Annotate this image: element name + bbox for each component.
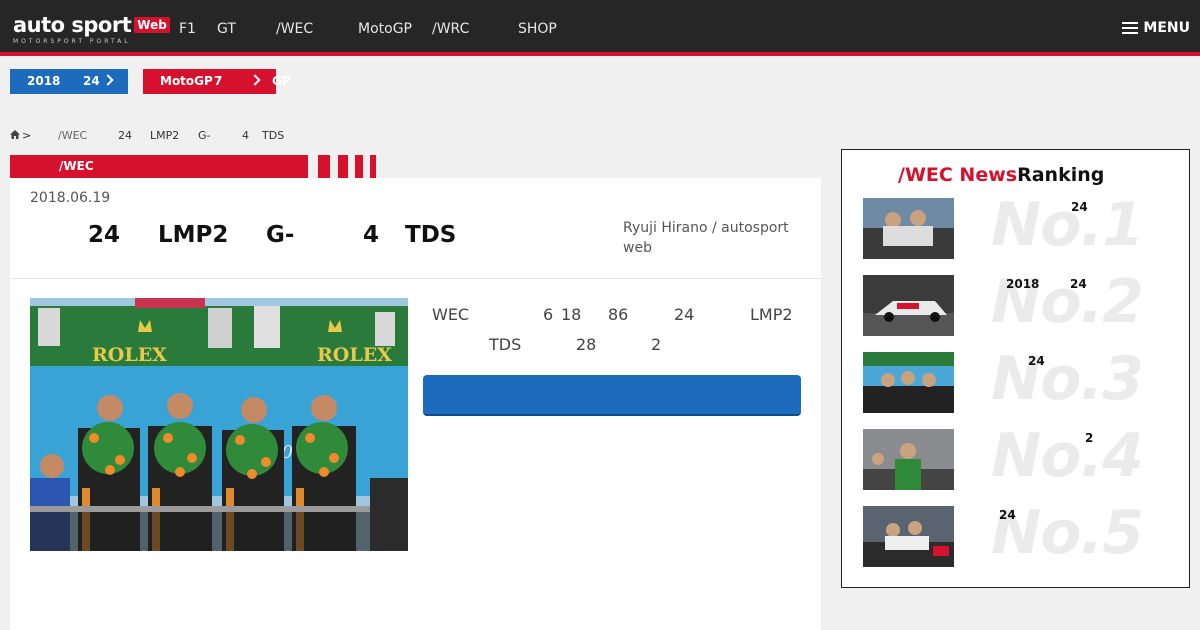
menu-label: MENU (1143, 20, 1190, 36)
news-ranking-panel: /WEC NewsRanking No.1 24 No.2 2018 24 No… (841, 149, 1190, 588)
title-part: 24 (88, 222, 121, 248)
category-stripe (318, 155, 330, 178)
lead-text: 86 (608, 305, 629, 324)
category-stripe (355, 155, 363, 178)
promo-blue-right: 24 (83, 74, 100, 88)
site-logo[interactable]: auto sport Web MOTORSPORT PORTAL (13, 14, 170, 45)
lead-text: 28 (576, 335, 597, 354)
article-title: 24 LMP2 G- 4 TDS (30, 222, 590, 252)
ranking-headline: 24 (1070, 277, 1087, 291)
site-header: auto sport Web MOTORSPORT PORTAL F1 GT /W… (0, 0, 1200, 56)
logo-text: auto sport (13, 13, 132, 37)
ranking-headline: 24 (1028, 354, 1045, 368)
title-part: G- (266, 222, 295, 248)
home-icon[interactable] (10, 130, 20, 139)
lead-text: 24 (674, 305, 695, 324)
lead-text: 2 (651, 335, 662, 354)
nav-f1[interactable]: F1 (179, 21, 196, 37)
promo-tab-red[interactable]: MotoGP 7 (143, 69, 276, 94)
read-more-button[interactable] (423, 375, 801, 416)
ranking-headline: 2 (1085, 431, 1094, 445)
chevron-right-icon (249, 74, 261, 86)
article-photo[interactable]: ROLEX ROLEX 2018 (30, 298, 408, 551)
article-date: 2018.06.19 (30, 190, 111, 206)
ranking-thumbnail (863, 429, 954, 490)
nav-motogp[interactable]: MotoGP (358, 21, 412, 37)
lead-text: 6 (543, 305, 554, 324)
ranking-item[interactable]: No.4 2 (863, 421, 1173, 491)
photo-banner-left: ROLEX (92, 344, 167, 366)
lead-text: 18 (561, 305, 582, 324)
article-card: 2018.06.19 24 LMP2 G- 4 TDS Ryuji Hirano… (10, 178, 821, 630)
rank-number: No.1 (991, 190, 1144, 260)
ranking-item[interactable]: No.5 24 (863, 498, 1173, 568)
ranking-title-category: /WEC News (898, 164, 1018, 186)
logo-badge: Web (134, 17, 170, 33)
ranking-thumbnail (863, 275, 954, 336)
promo-tab-blue[interactable]: 2018 24 (10, 69, 128, 94)
category-bar[interactable]: /WEC (10, 155, 308, 178)
title-part: LMP2 (158, 222, 229, 248)
logo-subtitle: MOTORSPORT PORTAL (13, 38, 131, 45)
menu-button[interactable]: MENU (1122, 20, 1190, 36)
breadcrumb-item: LMP2 (150, 129, 180, 142)
ranking-item[interactable]: No.1 24 (863, 190, 1173, 260)
lead-text: WEC (432, 305, 470, 324)
ranking-title-label: Ranking (1017, 164, 1105, 186)
nav-wec[interactable]: /WEC (276, 21, 313, 37)
nav-gt[interactable]: GT (217, 21, 236, 37)
article-lead: WEC 6 18 86 24 LMP2 TDS 28 2 (423, 302, 803, 362)
photo-banner-right: ROLEX (317, 344, 392, 366)
breadcrumb-item: 24 (118, 129, 132, 142)
divider (10, 278, 821, 279)
ranking-headline: 24 (1071, 200, 1088, 214)
ranking-thumbnail (863, 506, 954, 567)
breadcrumb-item: TDS (262, 129, 285, 142)
ranking-item[interactable]: No.3 24 (863, 344, 1173, 414)
ranking-thumbnail (863, 198, 954, 259)
breadcrumb-wec[interactable]: /WEC (58, 129, 87, 142)
promo-red-left: MotoGP (160, 74, 213, 88)
ranking-title: /WEC NewsRanking (898, 164, 1104, 186)
title-part: TDS (405, 222, 457, 248)
rank-number: No.4 (991, 421, 1144, 491)
title-part: 4 (363, 222, 380, 248)
ranking-thumbnail (863, 352, 954, 413)
hamburger-icon (1122, 22, 1139, 34)
category-stripe (338, 155, 348, 178)
chevron-right-icon (102, 74, 114, 86)
nav-wrc[interactable]: /WRC (432, 21, 469, 37)
promo-red-right: 7 (214, 74, 223, 88)
breadcrumb-item: 4 (242, 129, 249, 142)
ranking-headline: 2018 (1006, 277, 1040, 291)
category-label: /WEC (59, 159, 94, 173)
promo-blue-left: 2018 (27, 74, 61, 88)
ranking-item[interactable]: No.2 2018 24 (863, 267, 1173, 337)
category-stripe (370, 155, 376, 178)
lead-text: LMP2 (750, 305, 793, 324)
promo-overflow-text: GP (272, 74, 291, 88)
lead-text: TDS (489, 335, 522, 354)
ranking-headline: 24 (999, 508, 1016, 522)
rank-number: No.3 (991, 344, 1144, 414)
nav-shop[interactable]: SHOP (518, 21, 557, 37)
article-byline: Ryuji Hirano / autosport web (623, 220, 789, 256)
breadcrumb-separator: > (22, 129, 32, 142)
breadcrumb-item: G- (198, 129, 211, 142)
